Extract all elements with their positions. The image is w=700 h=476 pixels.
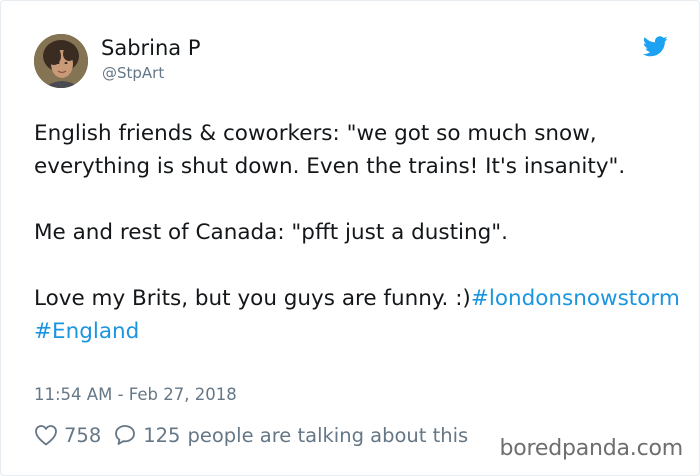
tweet-actions: 758 125 people are talking about this (34, 421, 468, 449)
reply-button[interactable]: 125 (113, 423, 180, 447)
heart-icon (34, 424, 58, 446)
reply-count: 125 (143, 423, 181, 447)
like-count: 758 (64, 423, 102, 447)
tweet-paragraph: English friends & coworkers: "we got so … (34, 121, 626, 179)
display-name[interactable]: Sabrina P (101, 36, 201, 60)
tweet-timestamp[interactable]: 11:54 AM - Feb 27, 2018 (34, 385, 237, 404)
talking-about-link[interactable]: people are talking about this (187, 424, 468, 447)
hashtag-londonsnowstorm[interactable]: #londonsnowstorm (471, 286, 680, 311)
tweet-paragraph: Love my Brits, but you guys are funny. :… (34, 282, 684, 348)
avatar[interactable] (34, 34, 88, 88)
avatar-image (34, 34, 88, 88)
watermark: boredpanda.com (499, 436, 683, 461)
like-button[interactable]: 758 (34, 424, 113, 447)
twitter-bird-icon[interactable] (642, 36, 668, 57)
tweet-card: Sabrina P @StpArt English friends & cowo… (0, 0, 700, 476)
hashtag-england[interactable]: #England (34, 319, 139, 344)
tweet-text: English friends & coworkers: "we got so … (34, 117, 684, 348)
tweet-paragraph: Me and rest of Canada: "pfft just a dust… (34, 220, 508, 245)
user-handle[interactable]: @StpArt (102, 64, 164, 82)
speech-bubble-icon (113, 423, 137, 447)
tweet-paragraph-text: Love my Brits, but you guys are funny. :… (34, 286, 471, 311)
